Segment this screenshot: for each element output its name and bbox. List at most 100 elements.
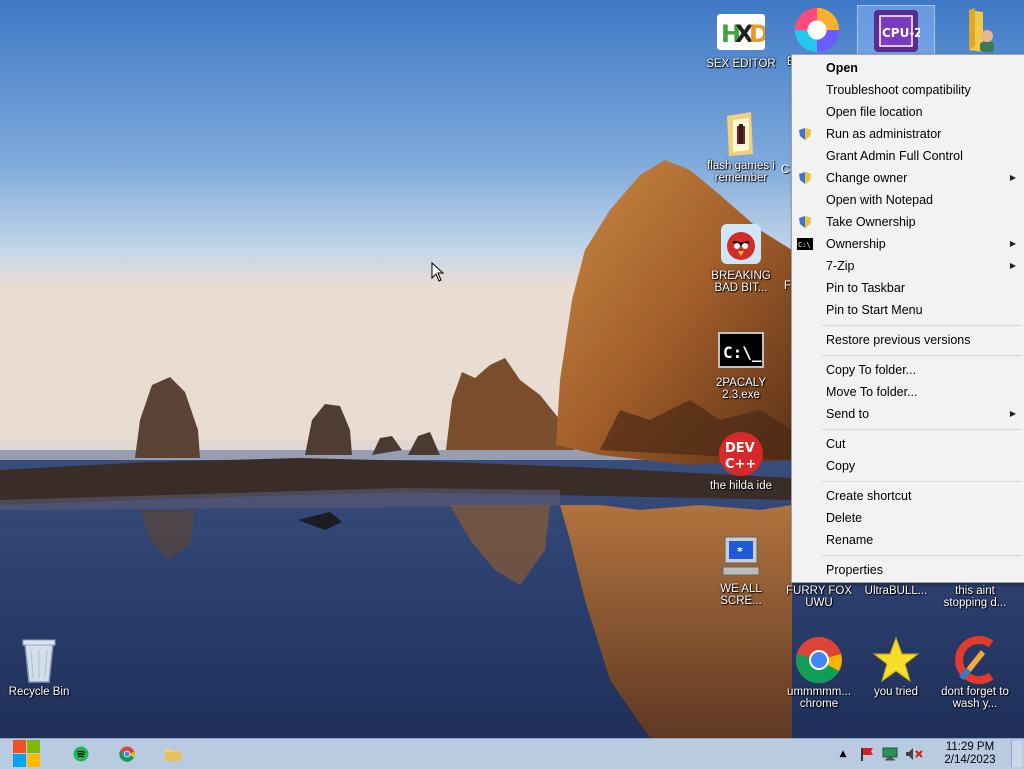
svg-text:C:\_: C:\_ bbox=[723, 343, 762, 362]
menu-item-cut[interactable]: Cut bbox=[792, 433, 1024, 455]
hex-editor-shortcut[interactable]: H X D SEX EDITOR bbox=[703, 8, 779, 70]
menu-separator bbox=[792, 351, 1024, 359]
mouse-cursor-icon bbox=[431, 262, 445, 282]
chrome-icon bbox=[119, 746, 135, 762]
ccleaner-label: dont forget to wash y... bbox=[941, 686, 1009, 710]
menu-item-label: Run as administrator bbox=[826, 127, 942, 141]
menu-item-copy-to-folder[interactable]: Copy To folder... bbox=[792, 359, 1024, 381]
menu-item-pin-taskbar[interactable]: Pin to Taskbar bbox=[792, 277, 1024, 299]
svg-text:*: * bbox=[737, 545, 743, 558]
submenu-arrow-icon: ▶ bbox=[1009, 261, 1016, 270]
recycle-bin-icon bbox=[15, 636, 63, 684]
uac-shield-icon bbox=[799, 172, 811, 184]
menu-item-ownership[interactable]: C:\ Ownership ▶ bbox=[792, 233, 1024, 255]
this-aint-shortcut[interactable]: this aint stopping d... bbox=[937, 583, 1013, 609]
menu-item-label: Troubleshoot compatibility bbox=[826, 83, 971, 97]
taskbar: ▲ 11:29 PM 2/14/2023 bbox=[0, 738, 1024, 769]
dev-cpp-icon: DEV C++ bbox=[717, 430, 765, 478]
menu-item-label: 7-Zip bbox=[826, 259, 855, 273]
recycle-bin-shortcut[interactable]: Recycle Bin bbox=[1, 636, 77, 698]
menu-item-label: Take Ownership bbox=[826, 215, 916, 229]
menu-item-change-owner[interactable]: Change owner ▶ bbox=[792, 167, 1024, 189]
start-button[interactable] bbox=[6, 739, 46, 769]
show-hidden-icons-button[interactable]: ▲ bbox=[836, 739, 850, 769]
hex-editor-label: SEX EDITOR bbox=[706, 58, 776, 70]
folder-icon bbox=[717, 110, 765, 158]
pacaly-label: 2PACALY 2.3.exe bbox=[715, 377, 767, 401]
pacaly-shortcut[interactable]: C:\_ 2PACALY 2.3.exe bbox=[703, 327, 779, 401]
menu-item-pin-start[interactable]: Pin to Start Menu bbox=[792, 299, 1024, 321]
spotify-icon bbox=[73, 746, 89, 762]
cpuz-shortcut[interactable]: CPU-Z bbox=[857, 5, 935, 57]
context-menu: Open Troubleshoot compatibility Open fil… bbox=[791, 54, 1024, 583]
menu-item-open-with-notepad[interactable]: Open with Notepad bbox=[792, 189, 1024, 211]
menu-item-label: Open bbox=[826, 61, 858, 75]
uac-shield-icon bbox=[799, 128, 811, 140]
menu-item-label: Restore previous versions bbox=[826, 333, 971, 347]
menu-item-label: Delete bbox=[826, 511, 863, 525]
svg-text:D: D bbox=[749, 20, 765, 48]
flash-games-extra-label: C bbox=[781, 164, 790, 176]
dev-cpp-shortcut[interactable]: DEV C++ the hilda ide bbox=[703, 430, 779, 492]
menu-item-copy[interactable]: Copy bbox=[792, 455, 1024, 477]
menu-item-label: Send to bbox=[826, 407, 870, 421]
menu-item-send-to[interactable]: Send to ▶ bbox=[792, 403, 1024, 425]
menu-item-run-as-admin[interactable]: Run as administrator bbox=[792, 123, 1024, 145]
menu-item-label: Open file location bbox=[826, 105, 923, 119]
ccleaner-shortcut[interactable]: dont forget to wash y... bbox=[937, 636, 1013, 710]
chrome-icon bbox=[795, 636, 843, 684]
menu-item-take-ownership[interactable]: Take Ownership bbox=[792, 211, 1024, 233]
menu-item-label: Cut bbox=[826, 437, 846, 451]
tray-network[interactable] bbox=[880, 739, 900, 769]
menu-item-delete[interactable]: Delete bbox=[792, 507, 1024, 529]
menu-item-move-to-folder[interactable]: Move To folder... bbox=[792, 381, 1024, 403]
browser-logo-icon bbox=[793, 6, 841, 54]
menu-item-rename[interactable]: Rename bbox=[792, 529, 1024, 551]
menu-item-open-file-location[interactable]: Open file location bbox=[792, 101, 1024, 123]
breaking-bad-shortcut[interactable]: BREAKING BAD BIT... bbox=[703, 220, 779, 294]
tray-action-center[interactable] bbox=[858, 739, 876, 769]
menu-item-label: Pin to Taskbar bbox=[826, 281, 905, 295]
submenu-arrow-icon: ▶ bbox=[1009, 239, 1016, 248]
submenu-arrow-icon: ▶ bbox=[1009, 173, 1016, 182]
flag-icon bbox=[861, 748, 873, 761]
menu-item-troubleshoot[interactable]: Troubleshoot compatibility bbox=[792, 79, 1024, 101]
tray-volume[interactable] bbox=[903, 739, 925, 769]
ultrabull-shortcut[interactable]: UltraBULL... bbox=[858, 583, 934, 597]
cmd-icon: C:\_ bbox=[717, 327, 765, 375]
chevron-up-icon: ▲ bbox=[839, 749, 847, 759]
menu-item-open[interactable]: Open bbox=[792, 57, 1024, 79]
taskbar-clock[interactable]: 11:29 PM 2/14/2023 bbox=[932, 741, 1008, 766]
you-tried-shortcut[interactable]: you tried bbox=[858, 636, 934, 698]
we-all-scream-shortcut[interactable]: * WE ALL SCRE... bbox=[703, 533, 779, 607]
user-folder-shortcut[interactable] bbox=[935, 6, 1011, 54]
hex-editor-icon: H X D bbox=[717, 8, 765, 56]
taskbar-file-explorer[interactable] bbox=[158, 739, 188, 769]
menu-item-7zip[interactable]: 7-Zip ▶ bbox=[792, 255, 1024, 277]
chrome-shortcut[interactable]: ummmmm... chrome bbox=[781, 636, 857, 710]
menu-separator bbox=[792, 477, 1024, 485]
folder-icon bbox=[165, 749, 181, 761]
recycle-bin-label: Recycle Bin bbox=[8, 686, 70, 698]
this-aint-label: this aint stopping d... bbox=[943, 585, 1007, 609]
furry-fox-shortcut[interactable]: FURRY FOX UWU bbox=[781, 583, 857, 609]
menu-item-label: Rename bbox=[826, 533, 874, 547]
menu-item-create-shortcut[interactable]: Create shortcut bbox=[792, 485, 1024, 507]
menu-item-properties[interactable]: Properties bbox=[792, 559, 1024, 581]
menu-item-grant-admin[interactable]: Grant Admin Full Control bbox=[792, 145, 1024, 167]
menu-item-restore-versions[interactable]: Restore previous versions bbox=[792, 329, 1024, 351]
user-folder-icon bbox=[949, 6, 997, 54]
menu-item-label: Copy bbox=[826, 459, 856, 473]
taskbar-spotify[interactable] bbox=[66, 739, 96, 769]
taskbar-chrome[interactable] bbox=[112, 739, 142, 769]
computer-monitor-icon: * bbox=[717, 533, 765, 581]
furry-fox-label: FURRY FOX UWU bbox=[785, 585, 853, 609]
menu-separator bbox=[792, 551, 1024, 559]
clock-time: 11:29 PM bbox=[945, 741, 995, 753]
star-icon bbox=[872, 636, 920, 684]
uac-shield-icon bbox=[799, 216, 811, 228]
menu-item-label: Grant Admin Full Control bbox=[826, 149, 963, 163]
show-desktop-button[interactable] bbox=[1011, 741, 1022, 767]
menu-item-label: Copy To folder... bbox=[826, 363, 917, 377]
flash-games-folder[interactable]: flash games i remember bbox=[703, 110, 779, 184]
